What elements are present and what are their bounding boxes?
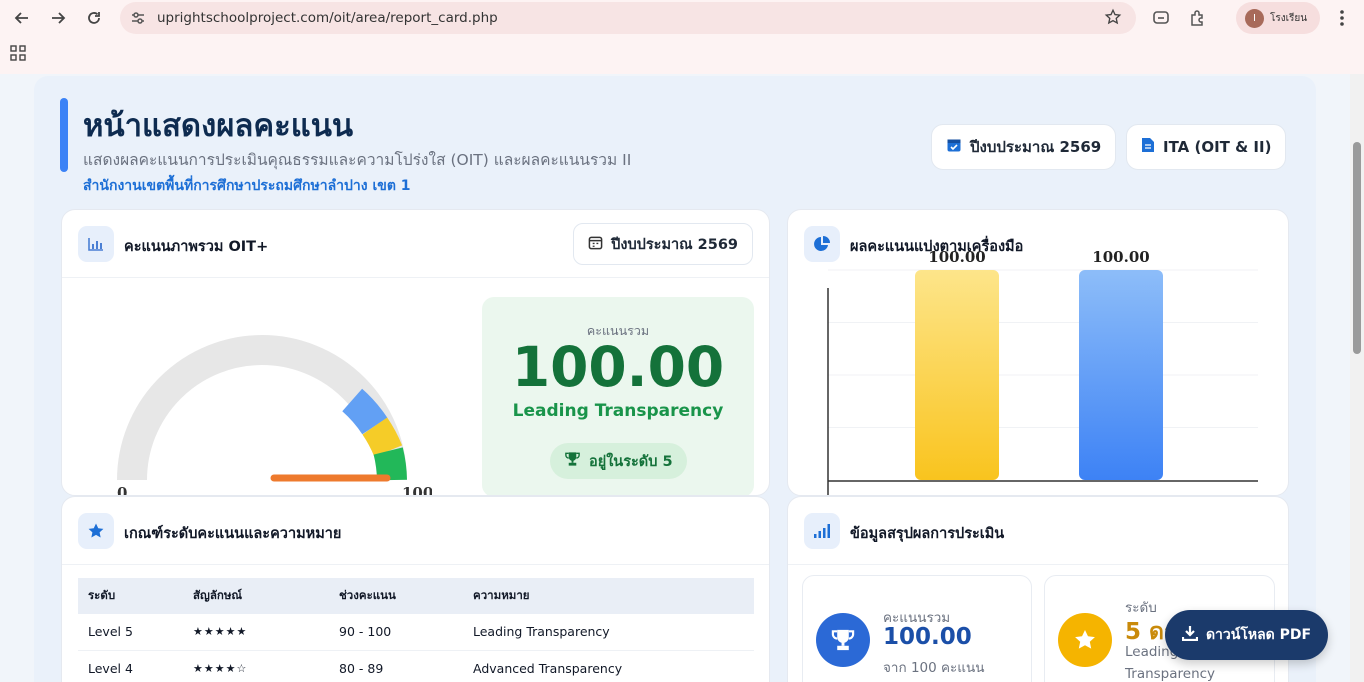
back-arrow-icon[interactable] [9, 5, 35, 31]
fiscal-year-text: ปีงบประมาณ 2569 [970, 138, 1102, 156]
star-icon [78, 513, 114, 549]
tools-chart-card: 100.00 100.00 ผลคะแนนแบ่งตามเครื่องมือ [787, 209, 1289, 496]
gauge-segment-yellow [362, 417, 403, 457]
level-badge-text: อยู่ในระดับ 5 [589, 453, 673, 470]
address-bar[interactable]: uprightschoolproject.com/oit/area/report… [120, 2, 1136, 34]
range-cell: 90 - 100 [329, 614, 463, 651]
bar-0 [915, 270, 999, 480]
signal-bars-icon [804, 513, 840, 549]
download-pdf-label: ดาวน์โหลด PDF [1205, 627, 1312, 643]
gauge-chart: 0 100 [117, 335, 432, 496]
fiscal-year-badge: ปีงบประมาณ 2569 [931, 124, 1117, 170]
calendar-check-icon [946, 137, 962, 157]
bar-data-label: 100.00 [1092, 248, 1149, 266]
star-badge-icon [1058, 613, 1112, 667]
chat-extension-icon[interactable] [1148, 5, 1174, 31]
trophy-icon [816, 613, 870, 667]
total-score-value: 100.00 [511, 335, 725, 399]
level-cell: Level 4 [78, 650, 183, 682]
table-header-row: ระดับ สัญลักษณ์ ช่วงคะแนน ความหมาย [78, 578, 754, 614]
total-score-panel: คะแนนรวม 100.00 Leading Transparency อยู… [482, 297, 754, 495]
extensions-puzzle-icon[interactable] [1185, 5, 1211, 31]
stars-cell: ★★★★★ [183, 614, 329, 651]
page-subtitle: แสดงผลคะแนนการประเมินคุณธรรมและความโปร่ง… [83, 151, 632, 169]
calendar-icon [588, 235, 603, 254]
forward-arrow-icon[interactable] [45, 5, 71, 31]
page-title: หน้าแสดงผลคะแนน [83, 108, 354, 144]
apps-grid-icon[interactable] [10, 45, 26, 65]
summary-card-header: ข้อมูลสรุปผลการประเมิน [788, 497, 1288, 565]
level-name: Leading Transparency [512, 401, 724, 421]
gauge-segment-blue [341, 388, 388, 435]
summary-total-box: คะแนนรวม 100.00 จาก 100 คะแนน [802, 575, 1032, 682]
range-cell: 80 - 89 [329, 650, 463, 682]
gauge-min-label: 0 [117, 484, 127, 496]
column-header: ช่วงคะแนน [329, 578, 463, 614]
summary-title: ข้อมูลสรุปผลการประเมิน [850, 526, 1005, 542]
bookmark-star-icon[interactable] [1104, 8, 1122, 30]
profile-button[interactable]: I โรงเรียน [1236, 2, 1320, 34]
table-row: Level 4 ★★★★☆ 80 - 89 Advanced Transpare… [78, 650, 754, 682]
overview-year-text: ปีงบประมาณ 2569 [611, 236, 738, 253]
column-header: ระดับ [78, 578, 183, 614]
meaning-cell: Leading Transparency [463, 614, 754, 651]
overview-title: คะแนนภาพรวม OIT+ [124, 239, 269, 255]
table-row: Level 5 ★★★★★ 90 - 100 Leading Transpare… [78, 614, 754, 651]
trophy-icon [564, 451, 581, 471]
stars-cell: ★★★★☆ [183, 650, 329, 682]
document-icon [1141, 137, 1155, 157]
download-pdf-button[interactable]: ดาวน์โหลด PDF [1165, 610, 1328, 660]
organization-name: สำนักงานเขตพื้นที่การศึกษาประถมศึกษาลำปา… [83, 178, 411, 194]
summary-level-sub: Transparency [1125, 666, 1216, 682]
criteria-card: เกณฑ์ระดับคะแนนและความหมาย ระดับ สัญลักษ… [61, 496, 770, 682]
criteria-card-header: เกณฑ์ระดับคะแนนและความหมาย [62, 497, 769, 565]
url-text[interactable]: uprightschoolproject.com/oit/area/report… [157, 10, 498, 26]
site-settings-icon[interactable] [130, 10, 146, 30]
summary-total-value: 100.00 [883, 624, 972, 650]
overview-card-header: คะแนนภาพรวม OIT+ ปีงบประมาณ 2569 [62, 210, 769, 278]
column-header: ความหมาย [463, 578, 754, 614]
title-accent-bar [60, 98, 68, 172]
browser-chrome: uprightschoolproject.com/oit/area/report… [0, 0, 1364, 74]
meaning-cell: Advanced Transparency [463, 650, 754, 682]
overview-year-badge: ปีงบประมาณ 2569 [573, 223, 753, 265]
level-badge: อยู่ในระดับ 5 [550, 443, 687, 479]
column-header: สัญลักษณ์ [183, 578, 329, 614]
summary-total-sub: จาก 100 คะแนน [883, 660, 985, 676]
pie-chart-icon [804, 226, 840, 262]
bar-chart-icon [78, 226, 114, 262]
gauge-max-label: 100 [402, 484, 432, 496]
profile-name: โรงเรียน [1270, 13, 1308, 24]
level-cell: Level 5 [78, 614, 183, 651]
ita-badge: ITA (OIT & II) [1126, 124, 1287, 170]
bar-1 [1079, 270, 1163, 480]
kebab-menu-icon[interactable] [1329, 5, 1355, 31]
ita-text: ITA (OIT & II) [1163, 138, 1272, 156]
reload-icon[interactable] [81, 5, 107, 31]
download-icon [1181, 625, 1199, 645]
criteria-title: เกณฑ์ระดับคะแนนและความหมาย [124, 526, 342, 542]
tools-chart-title: ผลคะแนนแบ่งตามเครื่องมือ [850, 239, 1024, 255]
scrollbar-thumb[interactable] [1353, 142, 1361, 354]
criteria-table: ระดับ สัญลักษณ์ ช่วงคะแนน ความหมาย Level… [78, 578, 754, 682]
overview-card: คะแนนภาพรวม OIT+ ปีงบประมาณ 2569 0 100 ค… [61, 209, 770, 496]
avatar: I [1245, 9, 1264, 28]
